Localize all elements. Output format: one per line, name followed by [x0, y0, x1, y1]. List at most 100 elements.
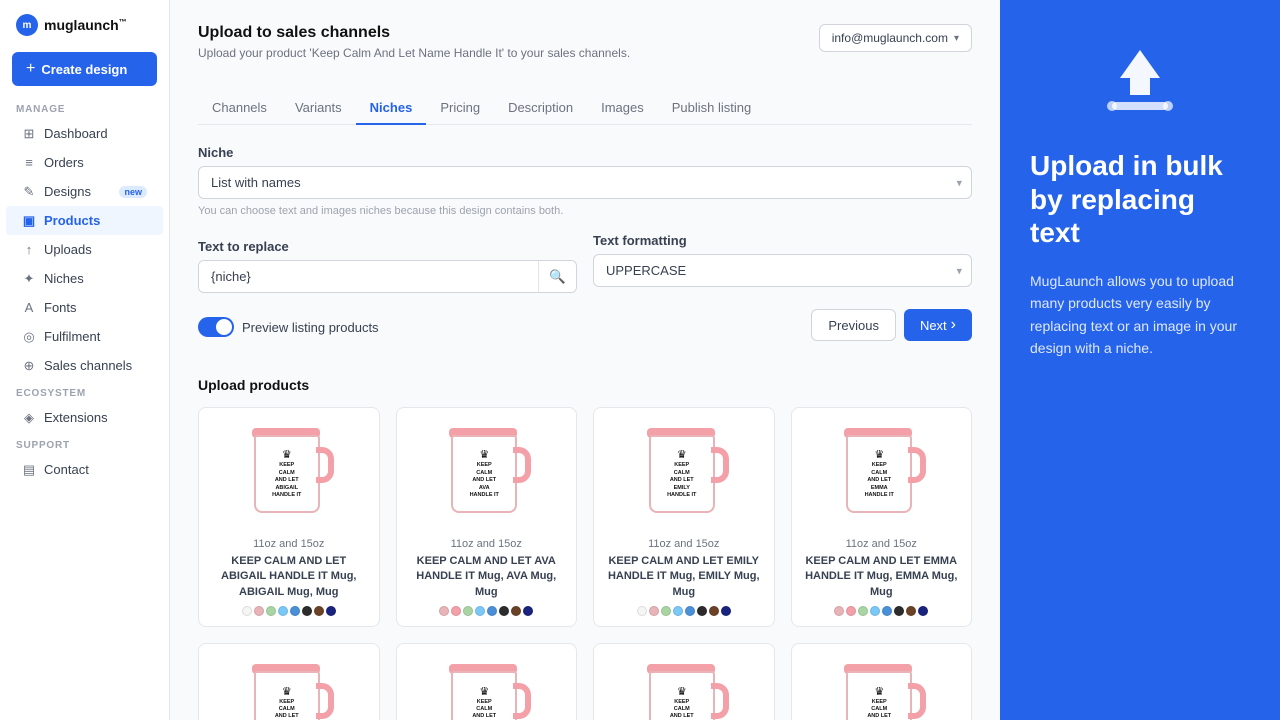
sidebar-item-uploads[interactable]: ↑ Uploads	[6, 235, 163, 264]
user-menu-chevron: ▾	[954, 33, 959, 44]
color-swatch	[709, 606, 719, 616]
sidebar-item-contact[interactable]: ▤ Contact	[6, 455, 163, 484]
mug-handle	[316, 447, 334, 483]
niche-select[interactable]: List with names	[198, 166, 972, 199]
mug-body: ♛ KEEPCALMAND LETABIGAILHANDLE IT	[254, 435, 320, 513]
mug-body: ♛ KEEPCALMAND LETHANNAHHANDLE IT	[451, 671, 517, 720]
tab-publish-listing[interactable]: Publish listing	[658, 92, 766, 125]
mug-container: ♛ KEEPCALMAND LETETHANHANDLE IT	[209, 656, 369, 720]
color-swatch	[278, 606, 288, 616]
uploads-icon: ↑	[22, 243, 36, 257]
color-swatch	[870, 606, 880, 616]
right-panel: Upload in bulk by replacing text MugLaun…	[1000, 0, 1280, 720]
tab-bar: Channels Variants Niches Pricing Descrip…	[198, 92, 972, 125]
color-swatch	[882, 606, 892, 616]
mug-text-content: KEEPCALMAND LETABIGAILHANDLE IT	[272, 462, 301, 499]
sidebar-item-products[interactable]: ▣ Products	[6, 206, 163, 235]
ecosystem-section-label: ECOSYSTEM	[0, 380, 169, 403]
mug-body: ♛ KEEPCALMAND LETAVAHANDLE IT	[451, 435, 517, 513]
right-panel-description: MugLaunch allows you to upload many prod…	[1030, 270, 1250, 360]
dashboard-icon: ⊞	[22, 127, 36, 141]
tab-description[interactable]: Description	[494, 92, 587, 125]
preview-toggle-label: Preview listing products	[242, 320, 379, 335]
color-swatch	[290, 606, 300, 616]
upload-icon	[1100, 40, 1180, 120]
mug-handle	[711, 683, 729, 719]
sidebar-item-label: Uploads	[44, 242, 92, 257]
text-to-replace-input[interactable]	[199, 261, 538, 292]
crown-symbol: ♛	[272, 448, 301, 461]
color-swatch	[463, 606, 473, 616]
mug-handle	[316, 683, 334, 719]
text-replace-row: Text to replace 🔍 Text formatting UPPERC…	[198, 233, 972, 293]
text-to-replace-label: Text to replace	[198, 239, 577, 254]
sidebar-item-label: Products	[44, 213, 100, 228]
user-menu[interactable]: info@muglaunch.com ▾	[819, 24, 972, 52]
niches-icon: ✦	[22, 272, 36, 286]
sidebar-item-label: Fulfilment	[44, 329, 100, 344]
sidebar-item-label: Orders	[44, 155, 84, 170]
products-icon: ▣	[22, 214, 36, 228]
mug-handle	[513, 683, 531, 719]
manage-section-label: MANAGE	[0, 96, 169, 119]
color-swatch	[302, 606, 312, 616]
crown-symbol: ♛	[667, 448, 696, 461]
mug-handle	[711, 447, 729, 483]
sidebar-item-fulfilment[interactable]: ◎ Fulfilment	[6, 322, 163, 351]
mug-text-content: KEEPCALMAND LETETHANHANDLE IT	[272, 699, 301, 720]
user-email: info@muglaunch.com	[832, 31, 948, 45]
product-name: KEEP CALM AND LET AVA HANDLE IT Mug, AVA…	[407, 554, 567, 600]
sidebar-item-label: Contact	[44, 462, 89, 477]
crown-symbol: ♛	[865, 448, 894, 461]
mug-container: ♛ KEEPCALMAND LETHANNAHHANDLE IT	[407, 656, 567, 720]
search-button[interactable]: 🔍	[538, 261, 576, 292]
sidebar-item-niches[interactable]: ✦ Niches	[6, 264, 163, 293]
color-swatch	[254, 606, 264, 616]
color-swatch	[846, 606, 856, 616]
fonts-icon: A	[22, 301, 36, 315]
products-grid: ♛ KEEPCALMAND LETABIGAILHANDLE IT 11oz a…	[198, 407, 972, 720]
tab-channels[interactable]: Channels	[198, 92, 281, 125]
next-button[interactable]: Next	[904, 309, 972, 341]
mug-text: ♛ KEEPCALMAND LETAVAHANDLE IT	[468, 446, 501, 501]
color-swatch	[697, 606, 707, 616]
tab-variants[interactable]: Variants	[281, 92, 356, 125]
mug-text: ♛ KEEPCALMAND LETABIGAILHANDLE IT	[270, 446, 303, 501]
color-swatch	[511, 606, 521, 616]
crown-symbol: ♛	[865, 685, 894, 698]
product-size: 11oz and 15oz	[802, 538, 962, 550]
tab-pricing[interactable]: Pricing	[426, 92, 494, 125]
sidebar-item-sales-channels[interactable]: ⊕ Sales channels	[6, 351, 163, 380]
text-input-wrapper: 🔍	[198, 260, 577, 293]
color-swatch	[858, 606, 868, 616]
color-swatch	[637, 606, 647, 616]
create-design-button[interactable]: Create design	[12, 52, 157, 86]
logo: m muglaunch™	[0, 0, 169, 46]
sidebar-item-extensions[interactable]: ◈ Extensions	[6, 403, 163, 432]
previous-button[interactable]: Previous	[811, 309, 896, 341]
product-name: KEEP CALM AND LET ABIGAIL HANDLE IT Mug,…	[209, 554, 369, 600]
tab-images[interactable]: Images	[587, 92, 658, 125]
mug-container: ♛ KEEPCALMAND LETISABELLAHANDLE IT	[604, 656, 764, 720]
mug-handle	[513, 447, 531, 483]
product-card: ♛ KEEPCALMAND LETISABELLAHANDLE IT 11oz …	[593, 643, 775, 720]
sidebar-item-designs[interactable]: ✎ Designs new	[6, 177, 163, 206]
product-size: 11oz and 15oz	[209, 538, 369, 550]
sidebar-item-dashboard[interactable]: ⊞ Dashboard	[6, 119, 163, 148]
niche-select-chevron: ▾	[956, 176, 962, 189]
sidebar-item-label: Sales channels	[44, 358, 132, 373]
color-swatch	[918, 606, 928, 616]
mug-text: ♛ KEEPCALMAND LETISABELLAHANDLE IT	[665, 683, 698, 720]
preview-toggle[interactable]	[198, 317, 234, 337]
tab-niches[interactable]: Niches	[356, 92, 427, 125]
support-section-label: SUPPORT	[0, 432, 169, 455]
mug-body: ♛ KEEPCALMAND LETETHANHANDLE IT	[254, 671, 320, 720]
mug-text-content: KEEPCALMAND LETAVAHANDLE IT	[470, 462, 499, 499]
upload-products-title: Upload products	[198, 377, 972, 393]
mug-text-content: KEEPCALMAND LETJACKHANDLE IT	[865, 699, 894, 720]
sidebar-item-orders[interactable]: ≡ Orders	[6, 148, 163, 177]
color-swatch	[314, 606, 324, 616]
formatting-select[interactable]: UPPERCASE lowercase Title Case	[593, 254, 972, 287]
sidebar-item-fonts[interactable]: A Fonts	[6, 293, 163, 322]
mug-container: ♛ KEEPCALMAND LETJACKHANDLE IT	[802, 656, 962, 720]
